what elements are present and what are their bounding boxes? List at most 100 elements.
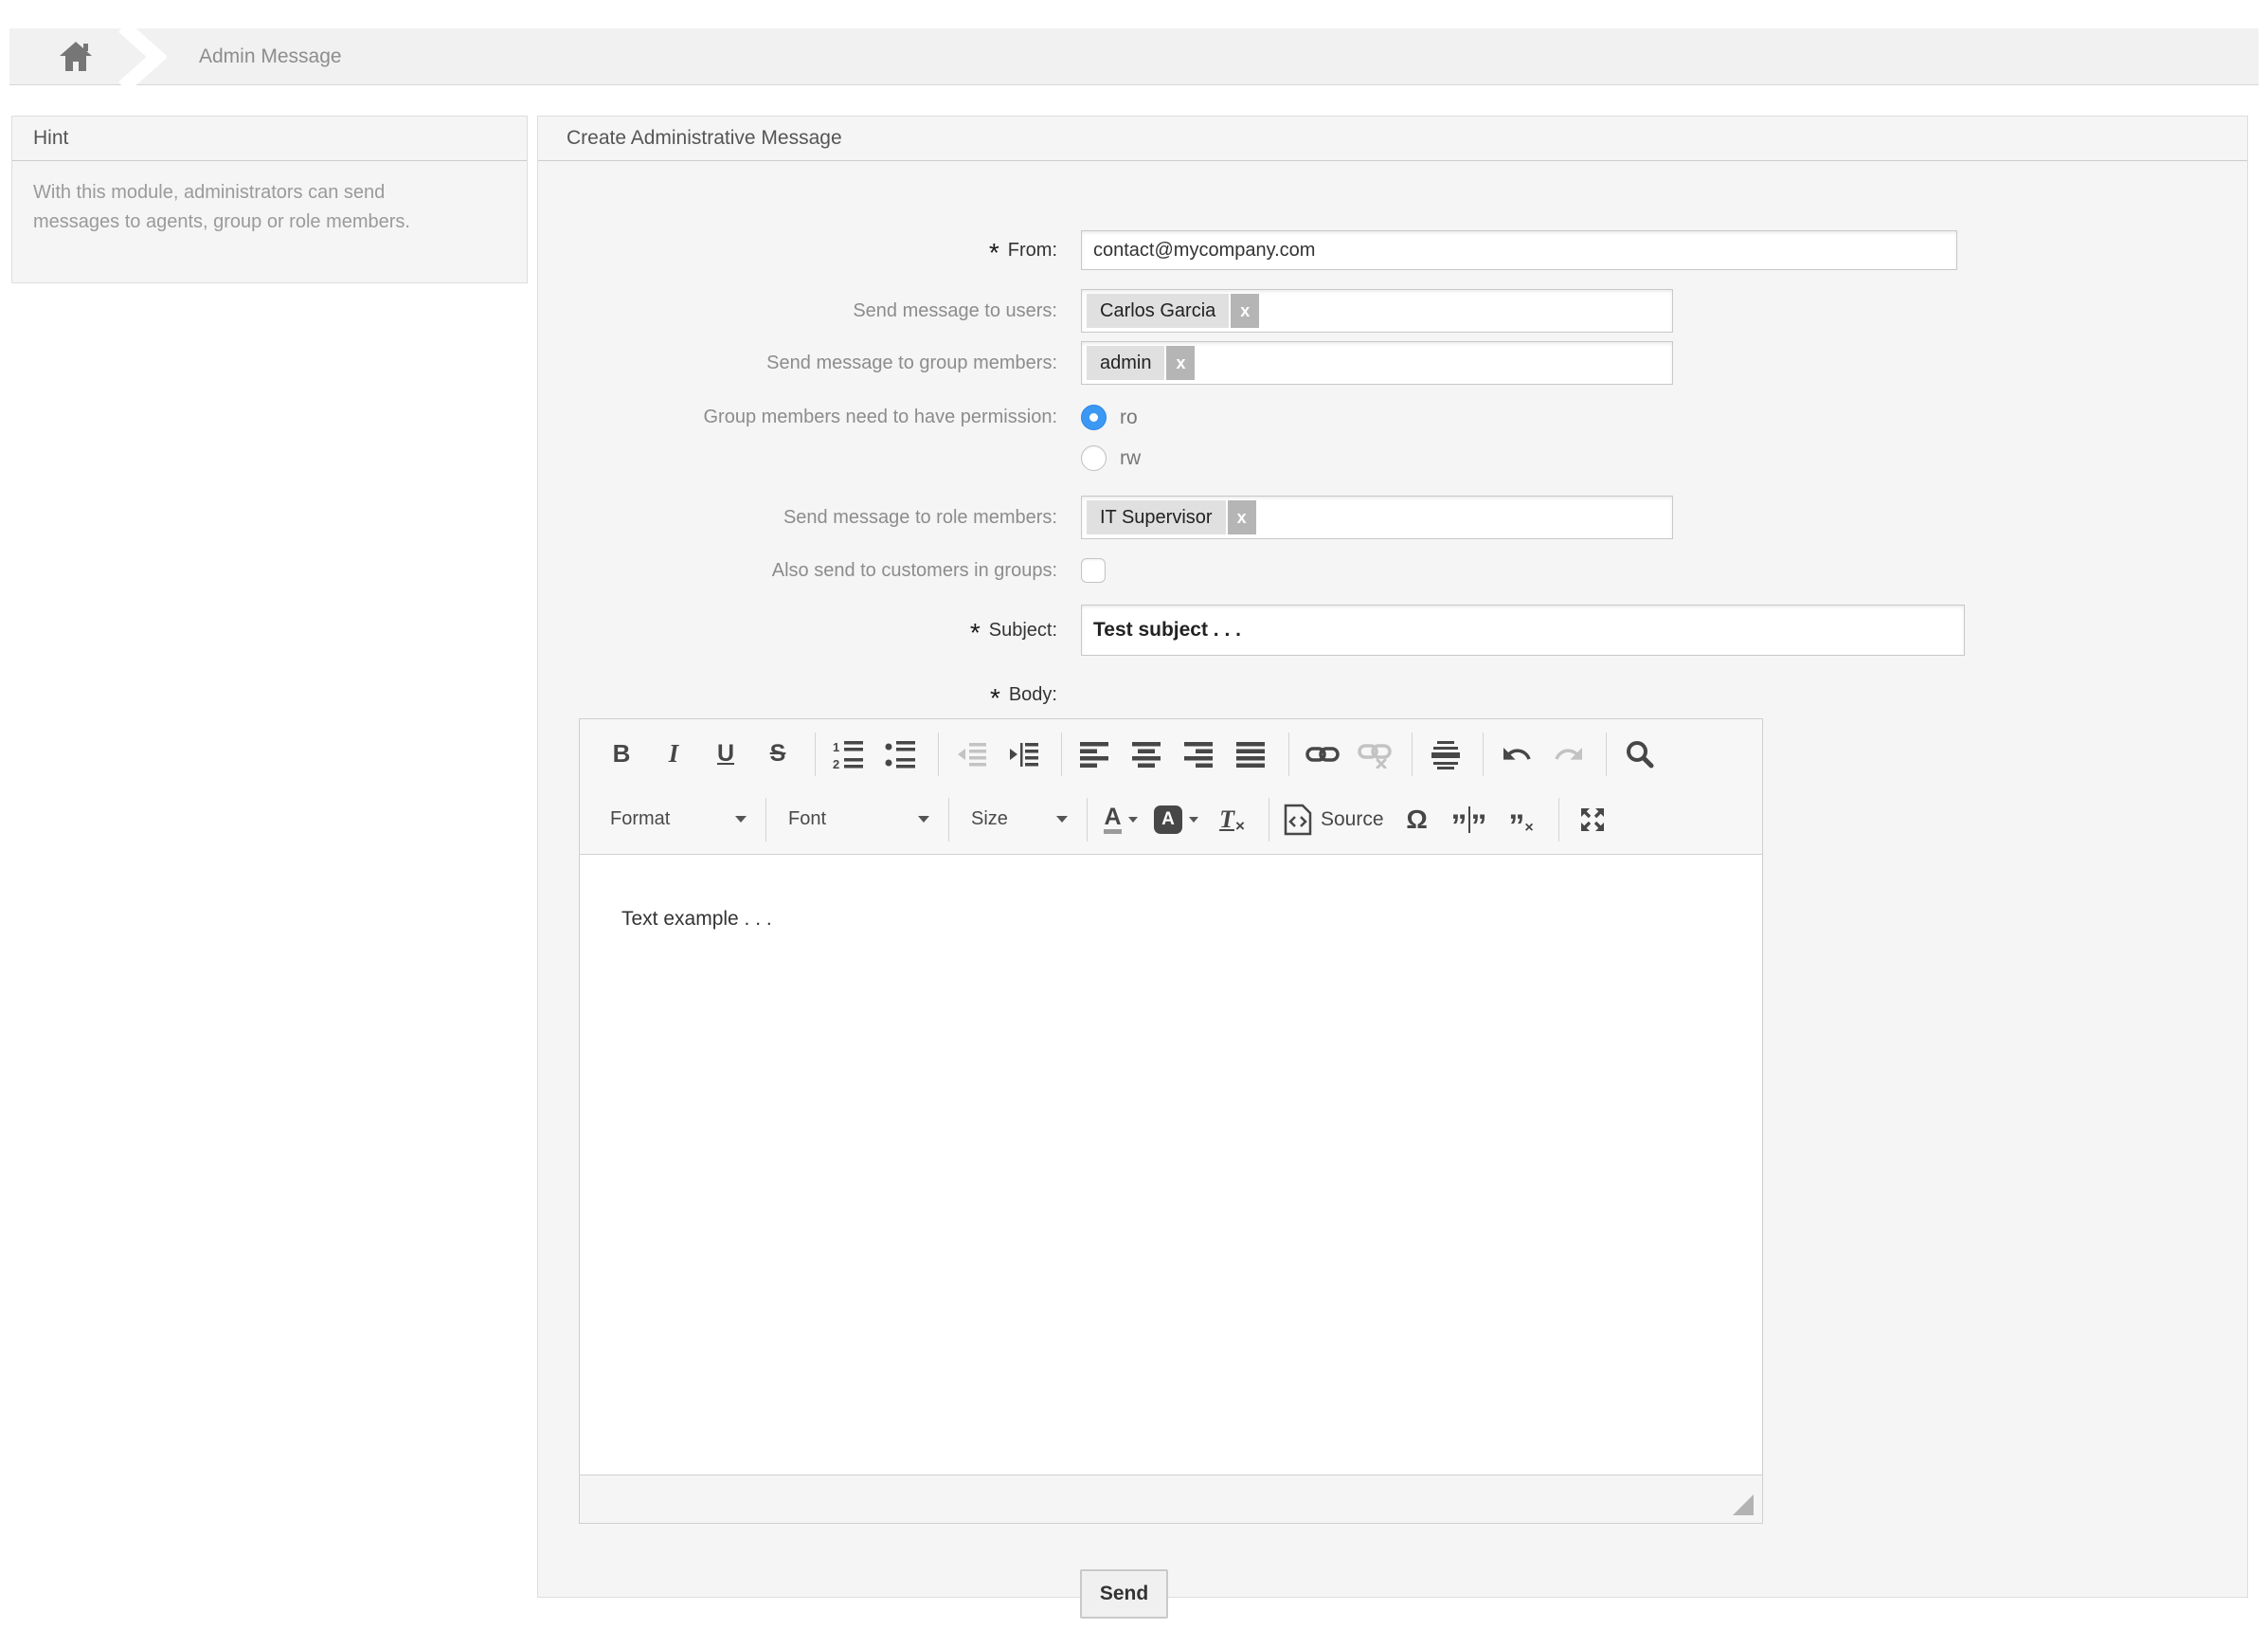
- align-right-button[interactable]: [1180, 733, 1218, 775]
- format-combo-label: Format: [610, 808, 671, 829]
- justify-icon: [1236, 741, 1265, 768]
- remove-format-button[interactable]: T ×: [1213, 799, 1251, 841]
- bold-button[interactable]: B: [603, 733, 640, 775]
- required-marker: *: [989, 682, 1000, 713]
- resize-handle[interactable]: [1733, 1494, 1754, 1515]
- outdent-button[interactable]: [953, 733, 991, 775]
- maximize-icon: [1580, 807, 1604, 831]
- editor-footer: [580, 1475, 1762, 1523]
- font-combo[interactable]: Font: [781, 799, 937, 841]
- undo-button[interactable]: [1498, 733, 1536, 775]
- italic-button[interactable]: I: [655, 733, 693, 775]
- permission-radio-ro-label[interactable]: ro: [1120, 405, 1138, 430]
- chevron-down-icon: [735, 816, 747, 823]
- role-tag-remove-button[interactable]: x: [1227, 500, 1256, 534]
- find-button[interactable]: [1621, 733, 1659, 775]
- link-button[interactable]: [1304, 733, 1341, 775]
- redo-button[interactable]: [1550, 733, 1588, 775]
- send-button[interactable]: Send: [1080, 1569, 1168, 1619]
- user-tag: Carlos Garcia x: [1087, 294, 1260, 328]
- svg-text:2: 2: [833, 757, 839, 769]
- from-input[interactable]: contact@mycompany.com: [1081, 230, 1957, 270]
- breadcrumb-separator-icon: [117, 27, 167, 85]
- source-icon: [1284, 804, 1312, 835]
- numbered-list-button[interactable]: 1 2: [830, 733, 868, 775]
- hint-title: Hint: [33, 127, 69, 149]
- indent-button[interactable]: [1005, 733, 1043, 775]
- roles-label: Send message to role members:: [783, 506, 1057, 528]
- home-icon: [59, 41, 93, 72]
- remove-quote-button[interactable]: ” ×: [1503, 799, 1540, 842]
- format-combo[interactable]: Format: [603, 799, 754, 841]
- permission-radio-rw-label[interactable]: rw: [1120, 445, 1141, 471]
- toolbar-row-1: B I U S 1 2: [603, 721, 1743, 787]
- justify-button[interactable]: [1233, 733, 1270, 775]
- unlink-icon: [1358, 743, 1392, 769]
- panel-header: Create Administrative Message: [538, 117, 2247, 161]
- toolbar-separator: [1483, 732, 1484, 776]
- customers-label: Also send to customers in groups:: [771, 559, 1057, 581]
- remove-format-icon: T: [1219, 805, 1234, 833]
- panel-title: Create Administrative Message: [567, 127, 842, 149]
- required-marker: *: [969, 618, 981, 647]
- split-quote-button[interactable]: ” ”: [1450, 799, 1488, 842]
- hint-text: With this module, administrators can sen…: [33, 182, 410, 232]
- undo-icon: [1503, 747, 1531, 760]
- numbered-list-icon: 1 2: [833, 740, 863, 769]
- send-button-label: Send: [1099, 1583, 1149, 1604]
- redo-icon: [1555, 747, 1582, 760]
- horizontal-rule-button[interactable]: [1427, 733, 1465, 775]
- text-color-button[interactable]: A: [1102, 799, 1140, 841]
- group-tag-label: admin: [1087, 346, 1165, 380]
- toolbar-separator: [1412, 732, 1413, 776]
- toolbar-separator: [1061, 732, 1062, 776]
- text-color-icon: A: [1104, 805, 1122, 834]
- user-tag-remove-button[interactable]: x: [1231, 294, 1260, 328]
- editor-content[interactable]: Text example . . .: [580, 854, 1762, 1475]
- toolbar-separator: [948, 797, 949, 842]
- horizontal-rule-icon: [1431, 740, 1460, 769]
- subject-label: * Subject:: [969, 618, 1057, 647]
- background-color-button[interactable]: A: [1154, 799, 1198, 841]
- subject-input[interactable]: Test subject . . .: [1081, 605, 1965, 656]
- permission-radio-ro[interactable]: [1081, 405, 1107, 430]
- size-combo[interactable]: Size: [963, 799, 1075, 841]
- align-left-icon: [1080, 741, 1108, 768]
- source-button[interactable]: Source: [1284, 799, 1384, 841]
- maximize-button[interactable]: [1574, 799, 1611, 841]
- groups-input[interactable]: admin x: [1081, 341, 1673, 385]
- users-label: Send message to users:: [853, 299, 1057, 321]
- align-left-button[interactable]: [1076, 733, 1114, 775]
- body-label: * Body:: [989, 682, 1057, 713]
- role-tag: IT Supervisor x: [1087, 500, 1256, 534]
- breadcrumb: Admin Message: [9, 27, 2259, 85]
- toolbar-row-2: Format Font Size A A T × Source Ω ” ” ” …: [603, 787, 1743, 852]
- toolbar-separator: [1606, 732, 1607, 776]
- group-tag-remove-button[interactable]: x: [1166, 346, 1196, 380]
- roles-input[interactable]: IT Supervisor x: [1081, 496, 1673, 539]
- groups-label: Send message to group members:: [766, 352, 1057, 373]
- from-value: contact@mycompany.com: [1093, 239, 1316, 261]
- bulleted-list-icon: [885, 740, 915, 768]
- strikethrough-icon: S: [769, 740, 786, 767]
- hint-header: Hint: [12, 117, 527, 161]
- toolbar-separator: [938, 732, 939, 776]
- customers-checkbox[interactable]: [1081, 558, 1106, 583]
- bulleted-list-button[interactable]: [882, 733, 920, 775]
- hint-panel: Hint With this module, administrators ca…: [11, 116, 528, 283]
- strikethrough-button[interactable]: S: [759, 733, 797, 775]
- cursor-bar-icon: [1467, 805, 1470, 833]
- indent-icon: [1010, 742, 1038, 767]
- x-icon: ×: [1524, 819, 1534, 836]
- underline-button[interactable]: U: [707, 733, 745, 775]
- outdent-icon: [958, 742, 986, 766]
- align-center-button[interactable]: [1128, 733, 1166, 775]
- permission-radio-rw[interactable]: [1081, 445, 1107, 471]
- chevron-down-icon: [918, 816, 929, 823]
- chevron-down-icon: [1189, 816, 1198, 823]
- home-button[interactable]: [59, 41, 93, 73]
- unlink-button[interactable]: [1356, 733, 1394, 775]
- users-input[interactable]: Carlos Garcia x: [1081, 289, 1673, 333]
- toolbar-separator: [1557, 797, 1559, 842]
- special-character-button[interactable]: Ω: [1398, 799, 1436, 841]
